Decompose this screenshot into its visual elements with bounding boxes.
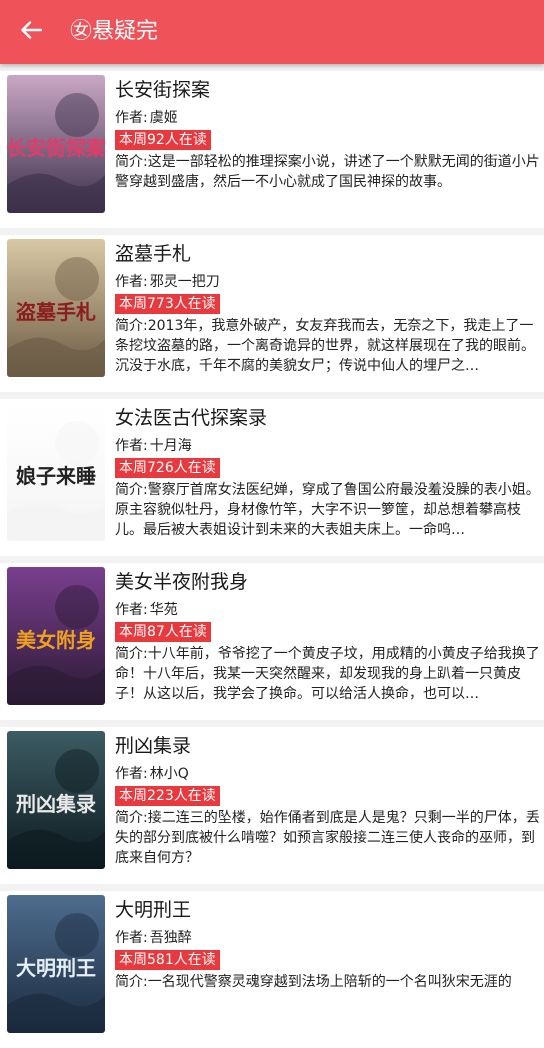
readers-badge: 本周87人在读 [115, 622, 211, 642]
book-info: 美女半夜附我身 作者: 华苑 本周87人在读 简介:十八年前，爷爷挖了一个黄皮子坟… [115, 567, 540, 704]
author-name: 林小Q [149, 766, 189, 782]
cover-title-text: 娘子来睡 [16, 464, 96, 488]
cover-title-text: 美女附身 [16, 628, 96, 652]
book-list-item[interactable]: 长安街探案 长安街探案 作者: 虞姬 本周92人在读 简介:这是一部轻松的推理探案… [0, 71, 544, 228]
readers-badge: 本周92人在读 [115, 130, 211, 150]
book-title[interactable]: 刑凶集录 [115, 731, 540, 761]
book-title[interactable]: 女法医古代探案录 [115, 403, 540, 433]
book-list-item[interactable]: 大明刑王 大明刑王 作者: 吾独醉 本周581人在读 简介:一名现代警察灵魂穿越到… [0, 891, 544, 1048]
intro-label: 简介: [115, 154, 148, 170]
book-author: 作者: 十月海 [115, 435, 540, 457]
book-list-item[interactable]: 娘子来睡 女法医古代探案录 作者: 十月海 本周726人在读 简介:警察厅首席女法… [0, 399, 544, 556]
book-info: 女法医古代探案录 作者: 十月海 本周726人在读 简介:警察厅首席女法医纪婵，穿… [115, 403, 540, 540]
cover-title-text: 大明刑王 [16, 956, 96, 980]
author-name: 虞姬 [149, 110, 178, 126]
book-intro: 简介:2013年，我意外破产，女友弃我而去，无奈之下，我走上了一条挖坟盗墓的路，… [115, 316, 540, 376]
book-intro: 简介:十八年前，爷爷挖了一个黄皮子坟，用成精的小黄皮子给我换了命！十八年后，我某… [115, 644, 540, 704]
author-label: 作者: [115, 438, 148, 454]
book-intro: 简介:一名现代警察灵魂穿越到法场上陪斩的一个名叫狄宋无涯的 [115, 972, 540, 992]
cover-title-text: 盗墓手札 [16, 300, 96, 324]
author-name: 十月海 [149, 438, 192, 454]
book-author: 作者: 华苑 [115, 599, 540, 621]
author-name: 华苑 [149, 602, 178, 618]
back-button[interactable] [14, 16, 48, 48]
book-cover[interactable]: 大明刑王 [7, 895, 105, 1033]
book-author: 作者: 林小Q [115, 763, 540, 785]
book-author: 作者: 吾独醉 [115, 927, 540, 949]
author-name: 邪灵一把刀 [149, 274, 220, 290]
book-list-item[interactable]: 盗墓手札 盗墓手札 作者: 邪灵一把刀 本周773人在读 简介:2013年，我意外… [0, 235, 544, 392]
book-intro: 简介:警察厅首席女法医纪婵，穿成了鲁国公府最没羞没臊的表小姐。原主容貌似牡丹，身… [115, 480, 540, 540]
book-title[interactable]: 大明刑王 [115, 895, 540, 925]
intro-text: 2013年，我意外破产，女友弃我而去，无奈之下，我走上了一条挖坟盗墓的路，一个离… [115, 318, 535, 374]
readers-badge: 本周726人在读 [115, 458, 220, 478]
book-cover[interactable]: 盗墓手札 [7, 239, 105, 377]
book-info: 长安街探案 作者: 虞姬 本周92人在读 简介:这是一部轻松的推理探案小说，讲述了… [115, 75, 540, 192]
intro-label: 简介: [115, 810, 148, 826]
intro-label: 简介: [115, 646, 148, 662]
book-author: 作者: 邪灵一把刀 [115, 271, 540, 293]
book-list[interactable]: 长安街探案 长安街探案 作者: 虞姬 本周92人在读 简介:这是一部轻松的推理探案… [0, 64, 544, 1048]
author-label: 作者: [115, 602, 148, 618]
book-cover[interactable]: 娘子来睡 [7, 403, 105, 541]
readers-badge: 本周223人在读 [115, 786, 220, 806]
arrow-left-icon [20, 21, 43, 43]
intro-text: 十八年前，爷爷挖了一个黄皮子坟，用成精的小黄皮子给我换了命！十八年后，我某一天突… [115, 646, 540, 702]
book-title[interactable]: 美女半夜附我身 [115, 567, 540, 597]
book-cover[interactable]: 美女附身 [7, 567, 105, 705]
book-title[interactable]: 长安街探案 [115, 75, 540, 105]
author-name: 吾独醉 [149, 930, 192, 946]
author-label: 作者: [115, 274, 148, 290]
book-title[interactable]: 盗墓手札 [115, 239, 540, 269]
book-author: 作者: 虞姬 [115, 107, 540, 129]
page-title: ㊛悬疑完 [70, 19, 159, 44]
book-intro: 简介:接二连三的坠楼，始作俑者到底是人是鬼？只剩一半的尸体，丢失的部分到底被什么… [115, 808, 540, 868]
app-bar: ㊛悬疑完 [0, 0, 544, 64]
intro-label: 简介: [115, 974, 148, 990]
cover-title-text: 刑凶集录 [16, 792, 96, 816]
cover-title-text: 长安街探案 [7, 136, 105, 160]
author-label: 作者: [115, 930, 148, 946]
book-list-item[interactable]: 刑凶集录 刑凶集录 作者: 林小Q 本周223人在读 简介:接二连三的坠楼，始作俑… [0, 727, 544, 884]
intro-text: 接二连三的坠楼，始作俑者到底是人是鬼？只剩一半的尸体，丢失的部分到底被什么啃噬？… [115, 810, 540, 866]
readers-badge: 本周581人在读 [115, 950, 220, 970]
author-label: 作者: [115, 766, 148, 782]
book-info: 刑凶集录 作者: 林小Q 本周223人在读 简介:接二连三的坠楼，始作俑者到底是人… [115, 731, 540, 868]
book-list-item[interactable]: 美女附身 美女半夜附我身 作者: 华苑 本周87人在读 简介:十八年前，爷爷挖了一… [0, 563, 544, 720]
intro-label: 简介: [115, 318, 148, 334]
book-cover[interactable]: 刑凶集录 [7, 731, 105, 869]
intro-label: 简介: [115, 482, 148, 498]
intro-text: 警察厅首席女法医纪婵，穿成了鲁国公府最没羞没臊的表小姐。原主容貌似牡丹，身材像竹… [115, 482, 540, 538]
intro-text: 一名现代警察灵魂穿越到法场上陪斩的一个名叫狄宋无涯的 [147, 974, 512, 990]
book-cover[interactable]: 长安街探案 [7, 75, 105, 213]
book-intro: 简介:这是一部轻松的推理探案小说，讲述了一个默默无闻的街道小片警穿越到盛唐，然后… [115, 152, 540, 192]
readers-badge: 本周773人在读 [115, 294, 220, 314]
intro-text: 这是一部轻松的推理探案小说，讲述了一个默默无闻的街道小片警穿越到盛唐，然后一不小… [115, 154, 540, 190]
author-label: 作者: [115, 110, 148, 126]
book-info: 盗墓手札 作者: 邪灵一把刀 本周773人在读 简介:2013年，我意外破产，女友… [115, 239, 540, 376]
book-info: 大明刑王 作者: 吾独醉 本周581人在读 简介:一名现代警察灵魂穿越到法场上陪斩… [115, 895, 540, 992]
